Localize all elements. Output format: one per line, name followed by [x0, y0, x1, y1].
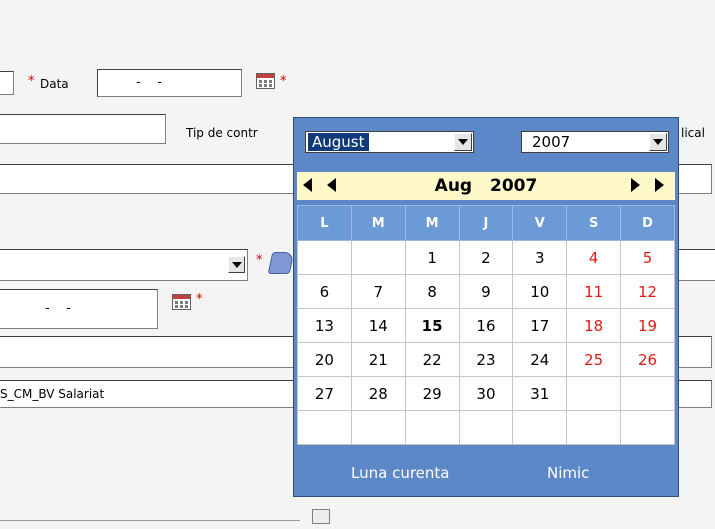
calendar-empty-cell: [350, 410, 406, 445]
calendar-day[interactable]: 29: [404, 376, 460, 411]
calendar-day[interactable]: 16: [458, 308, 514, 343]
calendar-day[interactable]: 30: [458, 376, 514, 411]
calendar-day[interactable]: 4: [566, 240, 622, 275]
calendar-day[interactable]: 5: [620, 240, 675, 275]
calendar-day[interactable]: 8: [404, 274, 460, 309]
calendar-day[interactable]: 6: [297, 274, 352, 309]
year-select[interactable]: 2007: [521, 131, 669, 153]
calendar-day[interactable]: 1: [404, 240, 460, 275]
clear-button[interactable]: Nimic: [547, 464, 589, 482]
calendar-day[interactable]: 9: [458, 274, 514, 309]
next-month-icon[interactable]: [631, 178, 640, 192]
calendar-day[interactable]: 23: [458, 342, 514, 377]
calendar-day[interactable]: 27: [297, 376, 352, 411]
calendar-day[interactable]: 17: [512, 308, 568, 343]
required-mark: *: [196, 292, 203, 307]
required-mark: *: [256, 253, 263, 268]
contract-type-label: Tip de contr: [186, 126, 258, 140]
calendar-day[interactable]: 31: [512, 376, 568, 411]
weekday-header: V: [512, 205, 568, 241]
required-mark: *: [28, 74, 35, 89]
weekday-header: L: [297, 205, 352, 241]
top-band: [0, 0, 715, 30]
next-year-icon[interactable]: [655, 178, 664, 192]
calendar-empty-cell: [404, 410, 460, 445]
calendar-footer: Luna curenta Nimic: [294, 454, 678, 494]
chevron-down-icon[interactable]: [228, 256, 245, 273]
calendar-empty-cell: [297, 240, 352, 275]
calendar-icon[interactable]: [172, 294, 191, 310]
calendar-day[interactable]: 3: [512, 240, 568, 275]
date-field[interactable]: - -: [97, 69, 242, 97]
calendar-day[interactable]: 11: [566, 274, 622, 309]
weekday-header: M: [404, 205, 460, 241]
calendar-day[interactable]: 25: [566, 342, 622, 377]
calendar-empty-cell: [458, 410, 514, 445]
weekday-header: S: [566, 205, 622, 241]
calendar-icon[interactable]: [256, 73, 275, 89]
required-mark: *: [280, 74, 287, 89]
scroll-button[interactable]: [312, 509, 330, 524]
calendar-week: 6 7 8 9 10 11 12: [297, 274, 675, 309]
month-nav-bar: Aug 2007: [297, 172, 675, 200]
month-select[interactable]: August: [305, 131, 474, 153]
calendar-empty-cell: [566, 376, 622, 411]
select-field[interactable]: [0, 249, 248, 281]
calendar-day[interactable]: 24: [512, 342, 568, 377]
date-field-value: - -: [136, 75, 162, 90]
calendar-day[interactable]: 13: [297, 308, 352, 343]
calendar-grid: LMMJVSD 1 2 3 4 5 6 7 8 9 10 11 12 13 14 15 16 17 18 19 20 2…: [297, 205, 675, 445]
month-select-value: August: [308, 133, 369, 151]
calendar-day[interactable]: 28: [350, 376, 406, 411]
calendar-day[interactable]: 18: [566, 308, 622, 343]
date-label: Data: [40, 77, 69, 91]
calendar-day[interactable]: 7: [350, 274, 406, 309]
weekday-header: M: [350, 205, 406, 241]
calendar-week: 12345: [297, 240, 675, 275]
calendar-day[interactable]: 20: [297, 342, 352, 377]
calendar-empty-cell: [566, 410, 622, 445]
calendar-week: 13 14 15 16 17 18 19: [297, 308, 675, 343]
month-year-title: Aug 2007: [434, 176, 538, 196]
date2-field[interactable]: - -: [0, 289, 158, 329]
date2-field-value: - -: [45, 301, 71, 316]
calendar-day[interactable]: 19: [620, 308, 675, 343]
calendar-empty-cell: [512, 410, 568, 445]
calendar-empty-cell: [350, 240, 406, 275]
calendar-day[interactable]: 2: [458, 240, 514, 275]
calendar-popup: August 2007 Aug 2007 LMMJVSD 1 2 3 4 5 6 7 8 9 10…: [293, 117, 679, 497]
current-month-button[interactable]: Luna curenta: [351, 464, 449, 482]
weekday-header: J: [458, 205, 514, 241]
calendar-day[interactable]: 15: [404, 308, 460, 343]
weekday-header: D: [620, 205, 675, 241]
year-select-value: 2007: [532, 133, 571, 151]
calendar-week: 27 28 29 30 31: [297, 376, 675, 411]
contract-left-field[interactable]: [0, 114, 166, 144]
folder-icon[interactable]: [267, 252, 295, 274]
calendar-day[interactable]: 21: [350, 342, 406, 377]
calendar-empty-cell: [620, 376, 675, 411]
calendar-day[interactable]: 14: [350, 308, 406, 343]
calendar-week: 20 21 22 23 24 25 26: [297, 342, 675, 377]
calendar-empty-cell: [297, 410, 352, 445]
salariat-value: S_CM_BV Salariat: [0, 387, 105, 401]
calendar-day[interactable]: 26: [620, 342, 675, 377]
calendar-day[interactable]: 22: [404, 342, 460, 377]
left-field-1[interactable]: [0, 71, 14, 95]
select-right-field[interactable]: [679, 249, 715, 281]
calendar-empty-cell: [620, 410, 675, 445]
chevron-down-icon[interactable]: [454, 133, 472, 151]
calendar-day[interactable]: 10: [512, 274, 568, 309]
chevron-down-icon[interactable]: [649, 133, 667, 151]
calendar-week: [297, 410, 675, 445]
calendar-day[interactable]: 12: [620, 274, 675, 309]
divider: [0, 520, 300, 521]
right-label: lical: [681, 126, 705, 140]
